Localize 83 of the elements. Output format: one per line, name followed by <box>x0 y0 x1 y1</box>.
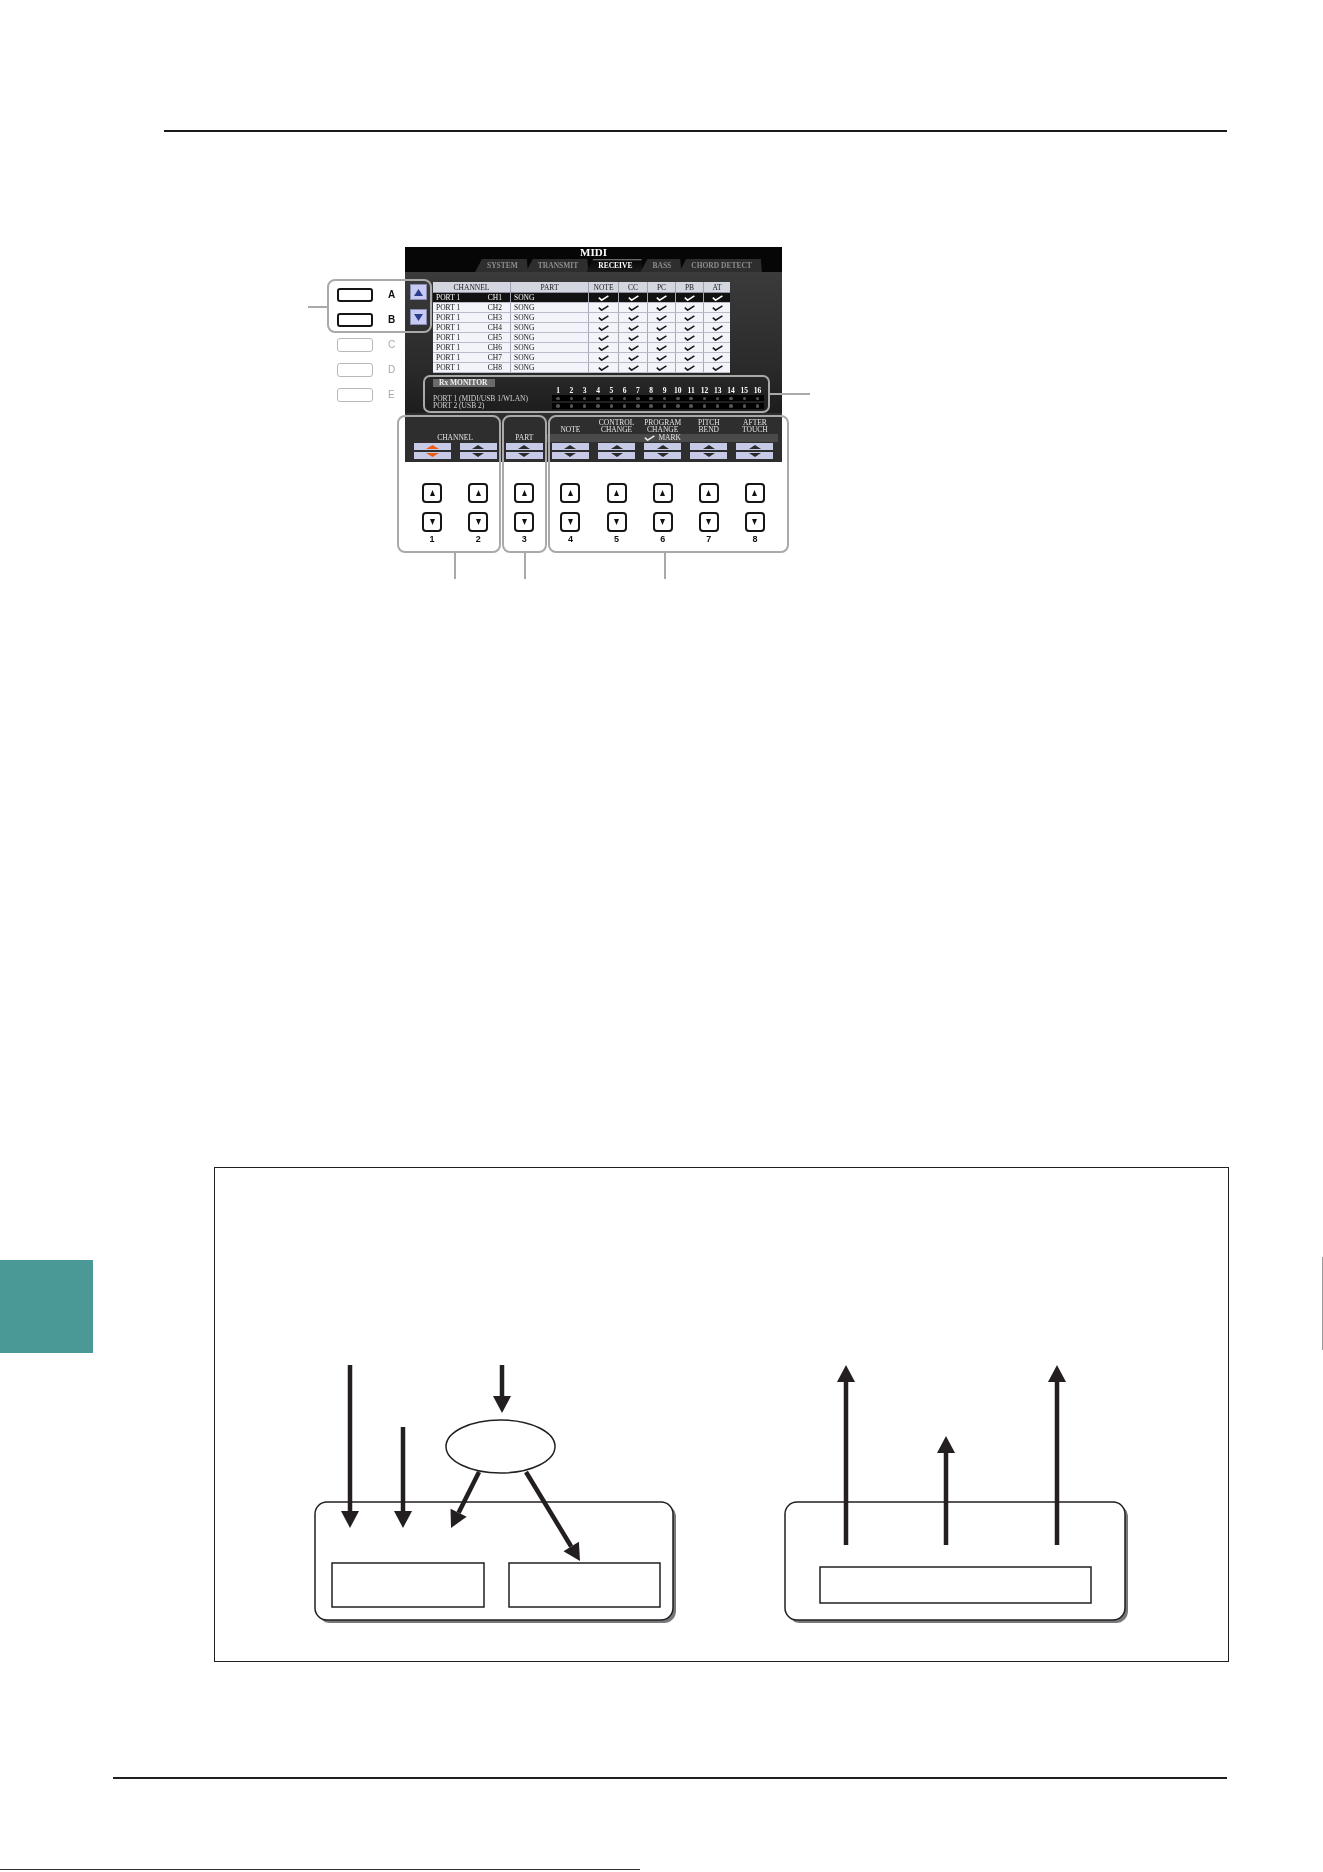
down-button[interactable] <box>744 512 765 532</box>
triangle-up-icon <box>564 444 577 449</box>
up-down-control[interactable] <box>690 443 728 459</box>
up-down-control[interactable] <box>413 443 451 459</box>
triangle-down-icon <box>472 453 485 458</box>
triangle-up-icon <box>702 444 715 449</box>
up-button[interactable] <box>560 483 581 503</box>
button-letter: D <box>388 364 396 376</box>
triangle-down-icon <box>660 519 666 525</box>
up-button[interactable] <box>514 483 535 503</box>
triangle-up-icon <box>706 490 712 496</box>
up-down-control[interactable] <box>644 443 682 459</box>
button-number: 5 <box>614 535 620 544</box>
triangle-up-icon <box>429 490 435 496</box>
up-down-control[interactable] <box>551 443 589 459</box>
triangle-down-icon <box>614 519 620 525</box>
leader-line <box>454 553 456 579</box>
up-button[interactable] <box>606 483 627 503</box>
button-letter: E <box>388 389 395 401</box>
down-button[interactable] <box>698 512 719 532</box>
triangle-up-icon <box>518 444 531 449</box>
up-down-control[interactable] <box>459 443 497 459</box>
triangle-up-icon <box>748 444 761 449</box>
triangle-down-icon <box>518 453 531 458</box>
up-button[interactable] <box>652 483 673 503</box>
triangle-down-icon <box>429 519 435 525</box>
triangle-up-icon <box>472 444 485 449</box>
triangle-up-icon <box>614 490 620 496</box>
up-button[interactable] <box>744 483 765 503</box>
triangle-down-icon <box>567 519 573 525</box>
button-number: 8 <box>752 535 758 544</box>
triangle-up-icon <box>414 288 423 296</box>
triangle-down-icon <box>748 453 761 458</box>
triangle-up-icon <box>656 444 669 449</box>
button-number: 1 <box>429 535 435 544</box>
down-button[interactable] <box>468 512 489 532</box>
triangle-down-icon <box>702 453 715 458</box>
check-icon <box>644 435 656 441</box>
triangle-down-icon <box>564 453 577 458</box>
leader-line <box>664 553 666 579</box>
leader-line <box>308 306 327 308</box>
triangle-up-icon <box>475 490 481 496</box>
triangle-down-icon <box>752 519 758 525</box>
triangle-down-icon <box>521 519 527 525</box>
triangle-up-icon <box>660 490 666 496</box>
button-number: 6 <box>660 535 666 544</box>
selection-button[interactable] <box>337 288 373 302</box>
triangle-down-icon <box>425 453 439 458</box>
button-letter: B <box>388 314 396 326</box>
down-button[interactable] <box>652 512 673 532</box>
diagonal-arrow <box>450 1471 481 1528</box>
triangle-up-icon <box>425 444 439 449</box>
up-button[interactable] <box>422 483 443 503</box>
screen-title: MIDI <box>580 247 607 258</box>
triangle-down-icon <box>475 519 481 525</box>
triangle-down-icon <box>414 313 423 321</box>
down-button[interactable] <box>514 512 535 532</box>
triangle-down-icon <box>610 453 623 458</box>
up-down-control[interactable] <box>598 443 636 459</box>
selection-button[interactable] <box>337 313 373 327</box>
triangle-down-icon <box>706 519 712 525</box>
scroll-down-button[interactable] <box>410 309 427 325</box>
down-arrow <box>493 1365 511 1413</box>
triangle-down-icon <box>656 453 669 458</box>
triangle-up-icon <box>521 490 527 496</box>
button-number: 4 <box>567 535 573 544</box>
button-number: 2 <box>475 535 481 544</box>
down-button[interactable] <box>560 512 581 532</box>
down-button[interactable] <box>422 512 443 532</box>
down-button[interactable] <box>606 512 627 532</box>
button-letter: C <box>388 339 396 351</box>
triangle-up-icon <box>752 490 758 496</box>
up-down-control[interactable] <box>736 443 774 459</box>
up-button[interactable] <box>698 483 719 503</box>
triangle-up-icon <box>567 490 573 496</box>
triangle-up-icon <box>610 444 623 449</box>
up-button[interactable] <box>468 483 489 503</box>
button-number: 7 <box>706 535 712 544</box>
up-down-control[interactable] <box>505 443 543 459</box>
button-number: 3 <box>521 535 527 544</box>
scroll-up-button[interactable] <box>410 284 427 300</box>
button-letter: A <box>388 289 396 301</box>
leader-line <box>524 553 526 579</box>
